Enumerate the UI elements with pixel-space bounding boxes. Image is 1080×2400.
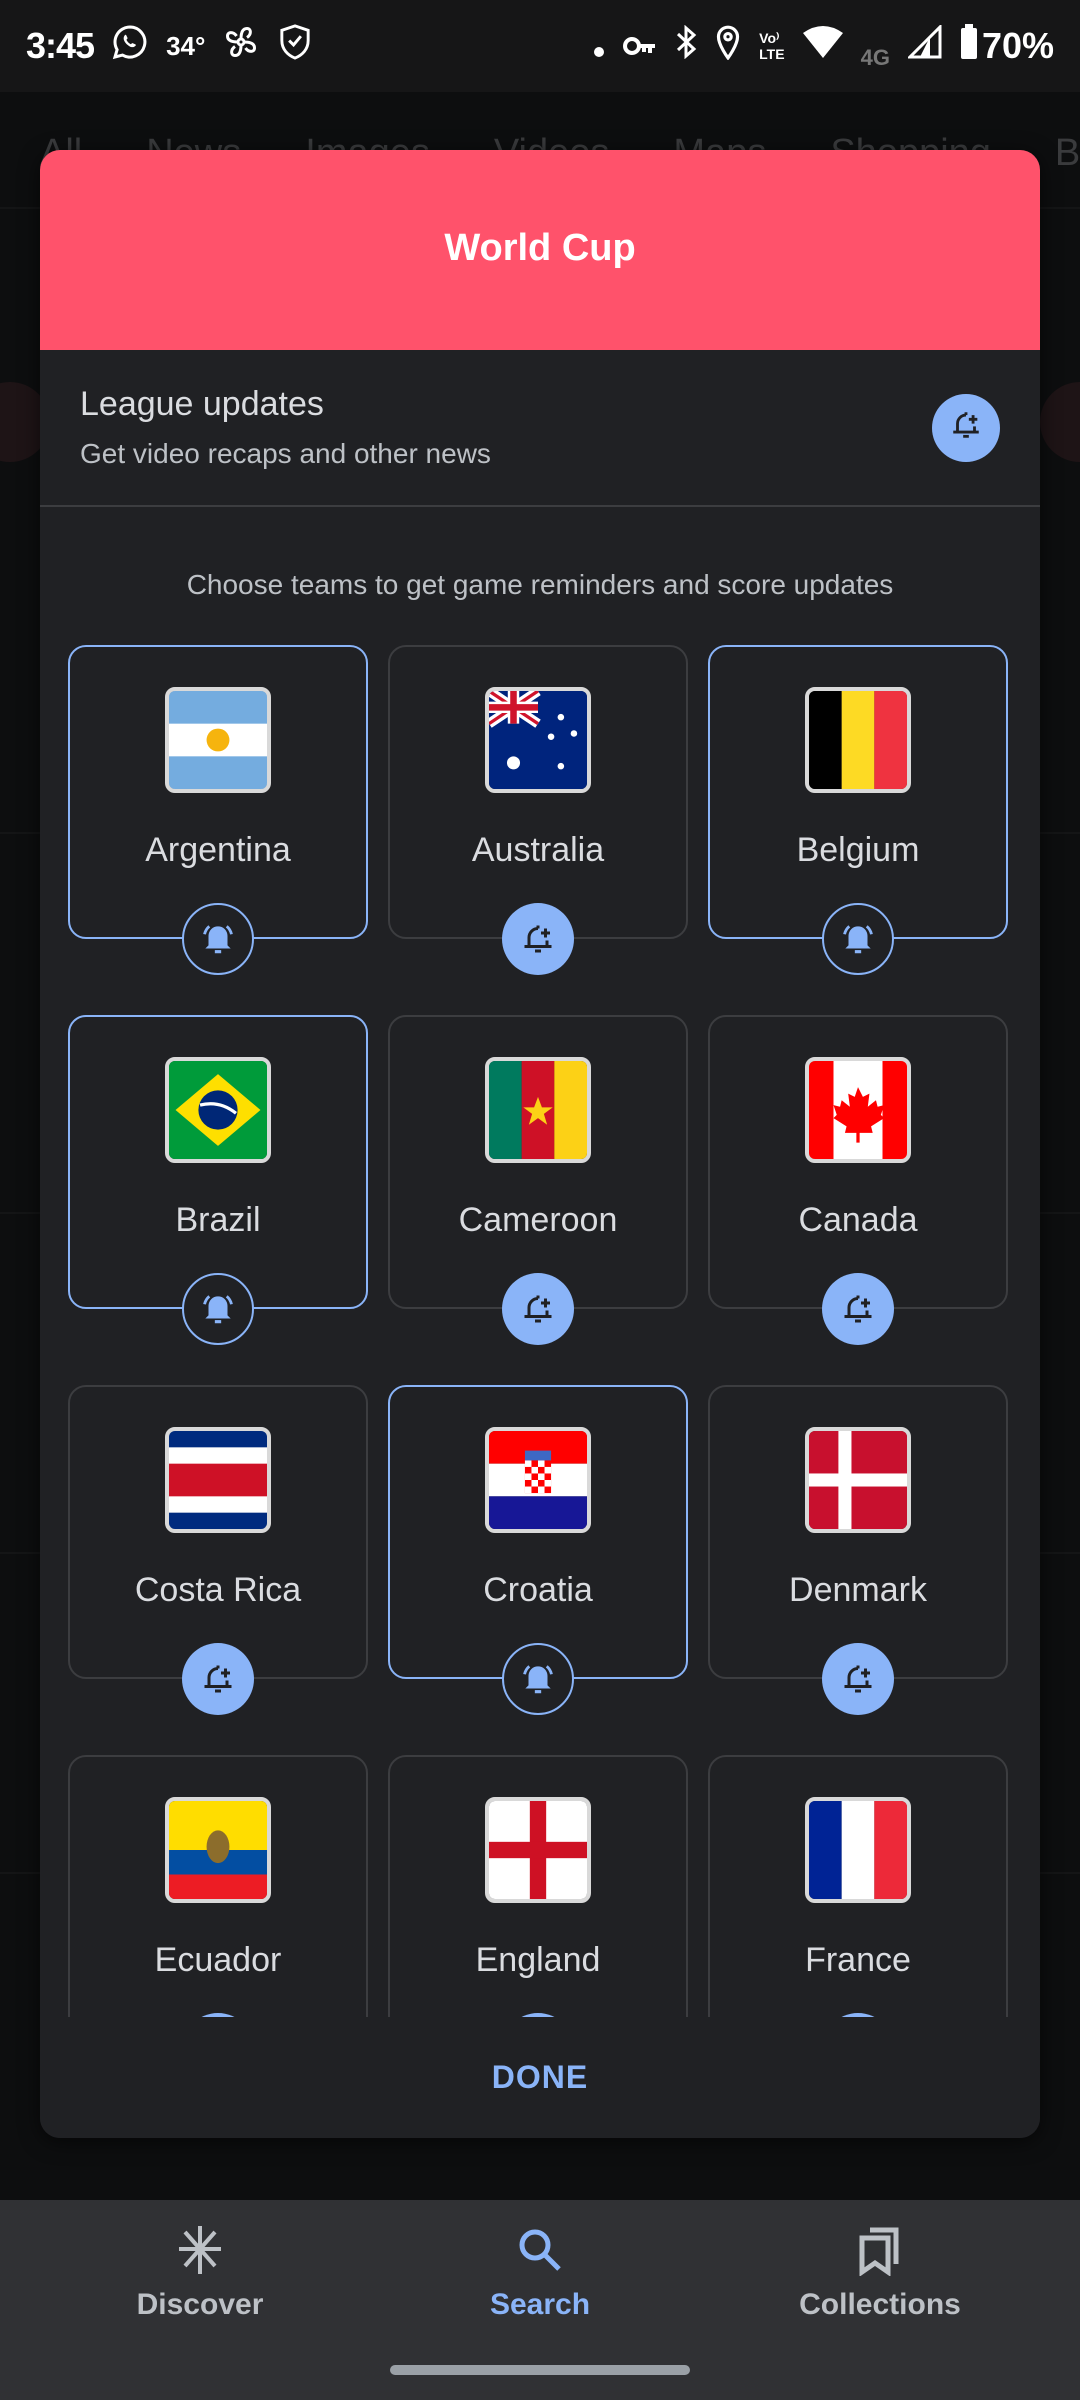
bg-tab: Books	[1054, 132, 1080, 174]
bell-plus-icon	[840, 1661, 876, 1697]
bell-plus-icon	[949, 408, 983, 447]
bell-ringing-icon	[519, 1660, 557, 1698]
teams-grid: Argentina Australia Belgium Brazil Cameroon C…	[40, 645, 1040, 2017]
temperature: 34°	[166, 30, 206, 61]
shield-check-icon	[277, 23, 313, 70]
team-name: Denmark	[789, 1571, 927, 1609]
team-card-australia[interactable]: Australia	[388, 645, 688, 975]
bell-ringing-icon	[199, 920, 237, 958]
team-card-brazil[interactable]: Brazil	[68, 1015, 368, 1345]
costa-rica-flag-icon	[165, 1427, 271, 1533]
notifications-on-button[interactable]	[502, 1643, 574, 1715]
battery-icon	[960, 23, 978, 69]
follow-team-button[interactable]	[822, 1643, 894, 1715]
location-icon	[715, 24, 741, 69]
notifications-on-button[interactable]	[182, 1273, 254, 1345]
follow-team-button[interactable]	[502, 1273, 574, 1345]
denmark-flag-icon	[805, 1427, 911, 1533]
status-time: 3:45	[26, 25, 95, 66]
team-name: Brazil	[175, 1201, 261, 1239]
belgium-flag-icon	[805, 687, 911, 793]
canada-flag-icon	[805, 1057, 911, 1163]
league-updates-row: League updates Get video recaps and othe…	[40, 350, 1040, 507]
teams-prompt: Choose teams to get game reminders and s…	[186, 569, 894, 600]
league-follow-button[interactable]	[932, 393, 1000, 462]
search-icon	[517, 2220, 563, 2280]
team-name: Cameroon	[458, 1201, 618, 1239]
france-flag-icon	[805, 1797, 911, 1903]
bell-plus-icon	[200, 1661, 236, 1697]
battery-percent: 70%	[981, 25, 1054, 66]
home-indicator[interactable]	[390, 2365, 690, 2375]
bell-ringing-icon	[199, 1290, 237, 1328]
whatsapp-icon	[112, 24, 148, 69]
dialog-footer: DONE	[40, 2017, 1040, 2138]
team-card-belgium[interactable]: Belgium	[708, 645, 1008, 975]
team-card-england[interactable]: England	[388, 1755, 688, 2017]
team-name: Ecuador	[154, 1941, 282, 1979]
status-bar: 3:45 34° Vo⁾ LTE 4G 70%	[0, 0, 1080, 92]
nav-label: Collections	[799, 2288, 961, 2321]
bg-chip	[1040, 382, 1080, 462]
bluetooth-icon	[675, 24, 697, 68]
vpn-key-icon	[623, 25, 657, 67]
team-card-argentina[interactable]: Argentina	[68, 645, 368, 975]
australia-flag-icon	[485, 687, 591, 793]
brazil-flag-icon	[165, 1057, 271, 1163]
team-name: France	[805, 1941, 911, 1979]
nav-discover[interactable]: Discover	[50, 2220, 350, 2322]
team-name: Costa Rica	[134, 1571, 302, 1609]
bell-ringing-icon	[839, 920, 877, 958]
league-subtitle: Get video recaps and other news	[80, 438, 491, 469]
team-card-ecuador[interactable]: Ecuador	[68, 1755, 368, 2017]
ecuador-flag-icon	[165, 1797, 271, 1903]
fan-icon	[223, 24, 259, 69]
follow-team-button[interactable]	[822, 1273, 894, 1345]
nav-label: Search	[489, 2288, 591, 2321]
team-name: Australia	[471, 831, 605, 869]
team-name: England	[475, 1941, 601, 1979]
wifi-icon	[802, 25, 843, 68]
team-card-canada[interactable]: Canada	[708, 1015, 1008, 1345]
world-cup-dialog: World Cup League updates Get video recap…	[40, 150, 1040, 2138]
team-card-denmark[interactable]: Denmark	[708, 1385, 1008, 1715]
teams-scroll-area[interactable]: Choose teams to get game reminders and s…	[40, 507, 1040, 2017]
team-card-france[interactable]: France	[708, 1755, 1008, 2017]
team-card-costa-rica[interactable]: Costa Rica	[68, 1385, 368, 1715]
team-name: Croatia	[483, 1571, 593, 1609]
league-title: League updates	[80, 385, 324, 423]
network-type: 4G	[860, 45, 890, 70]
nav-search[interactable]: Search	[390, 2220, 690, 2322]
bell-plus-icon	[840, 1291, 876, 1327]
notifications-on-button[interactable]	[182, 903, 254, 975]
discover-icon	[175, 2220, 225, 2280]
bell-plus-icon	[520, 921, 556, 957]
cameroon-flag-icon	[485, 1057, 591, 1163]
done-button[interactable]: DONE	[460, 2043, 620, 2112]
signal-icon	[906, 22, 942, 68]
notifications-on-button[interactable]	[822, 903, 894, 975]
team-card-cameroon[interactable]: Cameroon	[388, 1015, 688, 1345]
team-card-croatia[interactable]: Croatia	[388, 1385, 688, 1715]
nav-label: Discover	[136, 2288, 264, 2321]
volte-icon: Vo⁾ LTE	[759, 30, 785, 62]
team-name: Belgium	[796, 831, 920, 869]
croatia-flag-icon	[485, 1427, 591, 1533]
nav-collections[interactable]: Collections	[730, 2220, 1030, 2322]
follow-team-button[interactable]	[502, 903, 574, 975]
dialog-title: World Cup	[444, 226, 636, 269]
team-name: Argentina	[145, 831, 291, 869]
bell-plus-icon	[520, 1291, 556, 1327]
follow-team-button[interactable]	[182, 1643, 254, 1715]
argentina-flag-icon	[165, 687, 271, 793]
collections-icon	[858, 2220, 902, 2280]
england-flag-icon	[485, 1797, 591, 1903]
team-name: Canada	[798, 1201, 918, 1239]
dialog-header: World Cup	[40, 150, 1040, 350]
dot-icon	[593, 25, 605, 67]
